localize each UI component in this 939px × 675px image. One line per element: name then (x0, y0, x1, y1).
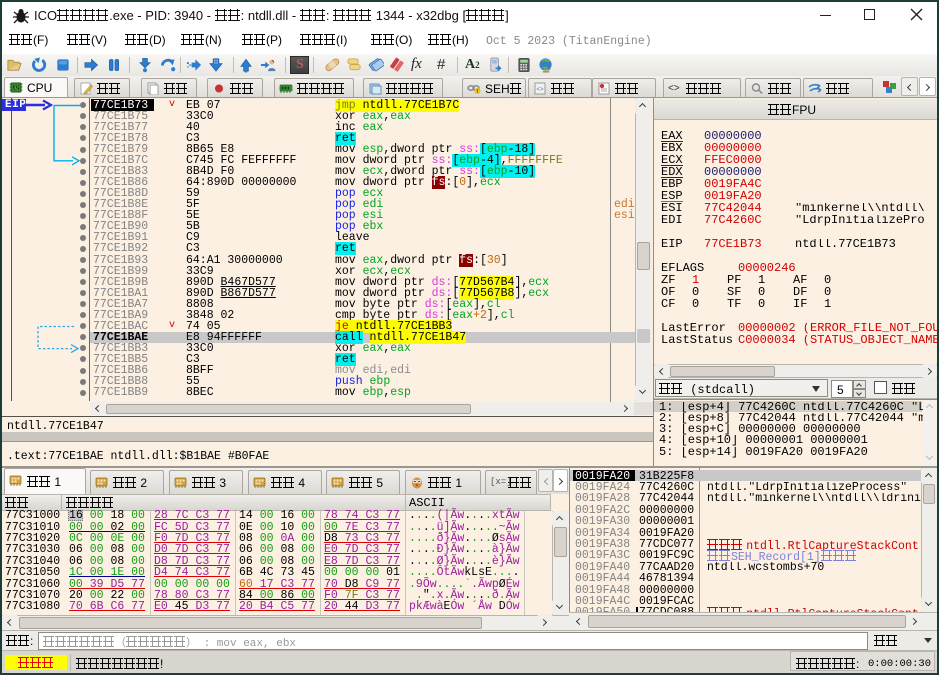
svg-text:32: 32 (13, 86, 19, 92)
svg-text:<>: <> (536, 87, 544, 93)
